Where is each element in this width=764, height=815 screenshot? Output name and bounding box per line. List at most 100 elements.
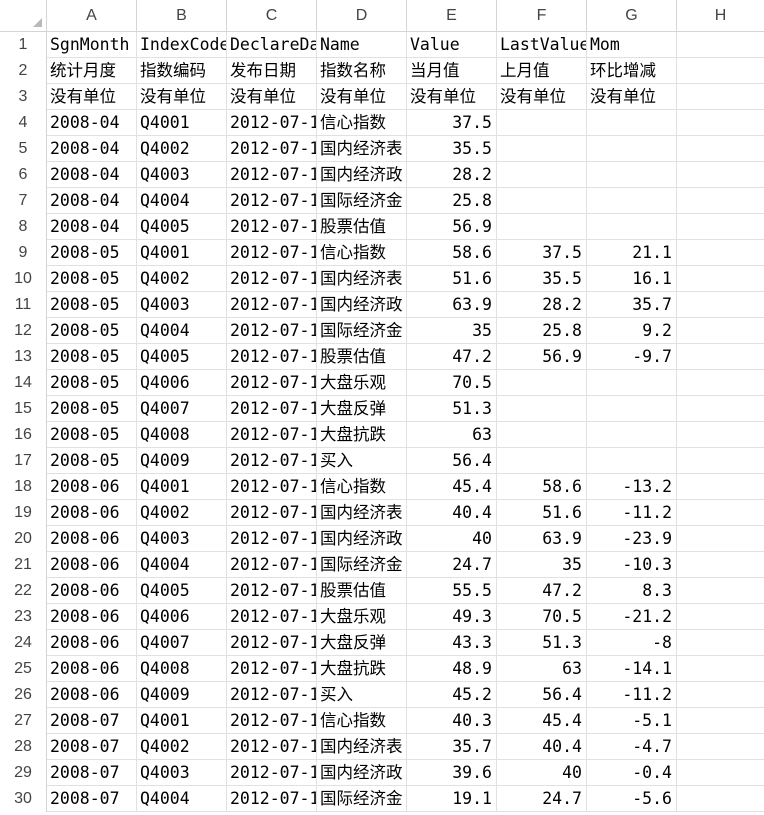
cell-e8[interactable]: 56.9 (407, 214, 497, 240)
cell-g3[interactable]: 没有单位 (587, 84, 677, 110)
cell-a22[interactable]: 2008-06 (47, 578, 137, 604)
cell-f2[interactable]: 上月值 (497, 58, 587, 84)
cell-e9[interactable]: 58.6 (407, 240, 497, 266)
cell-a9[interactable]: 2008-05 (47, 240, 137, 266)
cell-h29[interactable] (677, 760, 764, 786)
row-header[interactable]: 25 (0, 656, 47, 682)
cell-h21[interactable] (677, 552, 764, 578)
cell-d8[interactable]: 股票估值 (317, 214, 407, 240)
cell-e26[interactable]: 45.2 (407, 682, 497, 708)
cell-g27[interactable]: -5.1 (587, 708, 677, 734)
cell-a4[interactable]: 2008-04 (47, 110, 137, 136)
cell-b1[interactable]: IndexCode (137, 32, 227, 58)
cell-h20[interactable] (677, 526, 764, 552)
row-header[interactable]: 5 (0, 136, 47, 162)
cell-e2[interactable]: 当月值 (407, 58, 497, 84)
cell-b7[interactable]: Q4004 (137, 188, 227, 214)
row-header[interactable]: 23 (0, 604, 47, 630)
column-header-b[interactable]: B (137, 0, 227, 31)
cell-h24[interactable] (677, 630, 764, 656)
cell-h6[interactable] (677, 162, 764, 188)
cell-f17[interactable] (497, 448, 587, 474)
cell-a15[interactable]: 2008-05 (47, 396, 137, 422)
cell-d12[interactable]: 国际经济金 (317, 318, 407, 344)
cell-h25[interactable] (677, 656, 764, 682)
cell-h11[interactable] (677, 292, 764, 318)
row-header[interactable]: 14 (0, 370, 47, 396)
cell-f16[interactable] (497, 422, 587, 448)
cell-c14[interactable]: 2012-07-1 (227, 370, 317, 396)
cell-g19[interactable]: -11.2 (587, 500, 677, 526)
cell-a6[interactable]: 2008-04 (47, 162, 137, 188)
cell-c16[interactable]: 2012-07-1 (227, 422, 317, 448)
cell-e25[interactable]: 48.9 (407, 656, 497, 682)
cell-h5[interactable] (677, 136, 764, 162)
row-header[interactable]: 1 (0, 32, 47, 58)
cell-d1[interactable]: Name (317, 32, 407, 58)
column-header-h[interactable]: H (677, 0, 764, 31)
cell-a27[interactable]: 2008-07 (47, 708, 137, 734)
cell-g28[interactable]: -4.7 (587, 734, 677, 760)
cell-h26[interactable] (677, 682, 764, 708)
cell-a11[interactable]: 2008-05 (47, 292, 137, 318)
cell-h7[interactable] (677, 188, 764, 214)
cell-d26[interactable]: 买入 (317, 682, 407, 708)
cell-b2[interactable]: 指数编码 (137, 58, 227, 84)
cell-e13[interactable]: 47.2 (407, 344, 497, 370)
row-header[interactable]: 7 (0, 188, 47, 214)
cell-f19[interactable]: 51.6 (497, 500, 587, 526)
cell-c19[interactable]: 2012-07-1 (227, 500, 317, 526)
cell-f20[interactable]: 63.9 (497, 526, 587, 552)
row-header[interactable]: 11 (0, 292, 47, 318)
cell-c30[interactable]: 2012-07-1 (227, 786, 317, 812)
cell-c28[interactable]: 2012-07-1 (227, 734, 317, 760)
cell-e14[interactable]: 70.5 (407, 370, 497, 396)
cell-e12[interactable]: 35 (407, 318, 497, 344)
cell-h2[interactable] (677, 58, 764, 84)
cell-d5[interactable]: 国内经济表 (317, 136, 407, 162)
cell-c10[interactable]: 2012-07-1 (227, 266, 317, 292)
cell-c7[interactable]: 2012-07-1 (227, 188, 317, 214)
row-header[interactable]: 29 (0, 760, 47, 786)
cell-f23[interactable]: 70.5 (497, 604, 587, 630)
cell-g1[interactable]: Mom (587, 32, 677, 58)
row-header[interactable]: 13 (0, 344, 47, 370)
cell-f3[interactable]: 没有单位 (497, 84, 587, 110)
cell-h22[interactable] (677, 578, 764, 604)
cell-g16[interactable] (587, 422, 677, 448)
cell-a8[interactable]: 2008-04 (47, 214, 137, 240)
cell-g9[interactable]: 21.1 (587, 240, 677, 266)
cell-a26[interactable]: 2008-06 (47, 682, 137, 708)
cell-h1[interactable] (677, 32, 764, 58)
cell-g18[interactable]: -13.2 (587, 474, 677, 500)
cell-c2[interactable]: 发布日期 (227, 58, 317, 84)
row-header[interactable]: 17 (0, 448, 47, 474)
cell-a19[interactable]: 2008-06 (47, 500, 137, 526)
cell-e24[interactable]: 43.3 (407, 630, 497, 656)
cell-h12[interactable] (677, 318, 764, 344)
cell-d24[interactable]: 大盘反弹 (317, 630, 407, 656)
cell-g29[interactable]: -0.4 (587, 760, 677, 786)
cell-a20[interactable]: 2008-06 (47, 526, 137, 552)
cell-g15[interactable] (587, 396, 677, 422)
cell-h9[interactable] (677, 240, 764, 266)
cell-e5[interactable]: 35.5 (407, 136, 497, 162)
cell-b24[interactable]: Q4007 (137, 630, 227, 656)
row-header[interactable]: 27 (0, 708, 47, 734)
cell-f9[interactable]: 37.5 (497, 240, 587, 266)
cell-f10[interactable]: 35.5 (497, 266, 587, 292)
cell-d10[interactable]: 国内经济表 (317, 266, 407, 292)
cell-c29[interactable]: 2012-07-1 (227, 760, 317, 786)
cell-h30[interactable] (677, 786, 764, 812)
cell-b23[interactable]: Q4006 (137, 604, 227, 630)
cell-g17[interactable] (587, 448, 677, 474)
cell-e27[interactable]: 40.3 (407, 708, 497, 734)
cell-g7[interactable] (587, 188, 677, 214)
cell-e15[interactable]: 51.3 (407, 396, 497, 422)
cell-f30[interactable]: 24.7 (497, 786, 587, 812)
cell-b28[interactable]: Q4002 (137, 734, 227, 760)
cell-a24[interactable]: 2008-06 (47, 630, 137, 656)
cell-d3[interactable]: 没有单位 (317, 84, 407, 110)
row-header[interactable]: 15 (0, 396, 47, 422)
cell-f29[interactable]: 40 (497, 760, 587, 786)
